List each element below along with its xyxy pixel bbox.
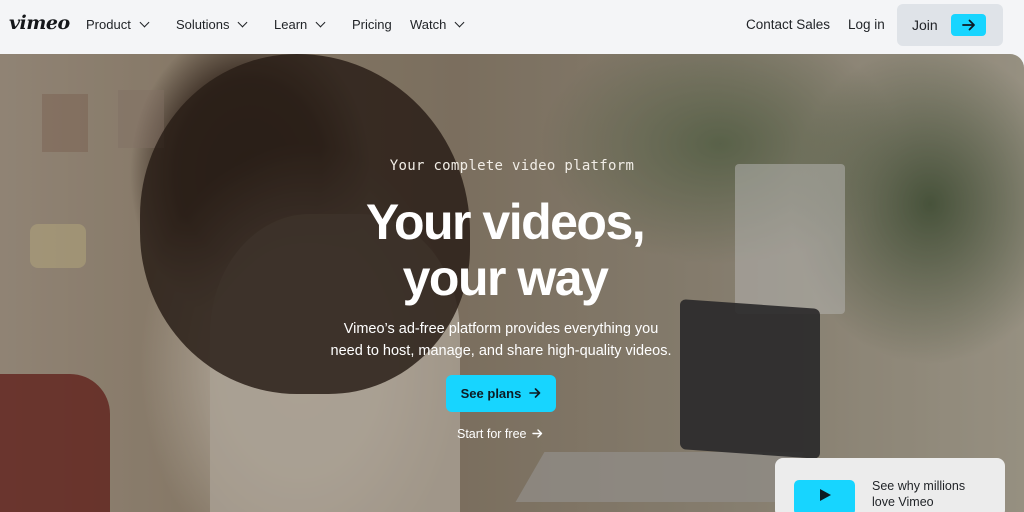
top-nav: vimeo Product Solutions Learn Pricing Wa… xyxy=(0,0,1024,52)
vimeo-logo[interactable]: vimeo xyxy=(9,12,70,34)
hero-tagline: Your complete video platform xyxy=(389,158,635,174)
join-label: Join xyxy=(912,17,938,33)
headline-line-2: your way xyxy=(402,250,609,306)
hero-description: Vimeo’s ad-free platform provides everyt… xyxy=(0,318,1002,362)
promo-card-text: See why millions love Vimeo xyxy=(872,478,992,510)
nav-item-label: Solutions xyxy=(176,17,230,32)
play-icon xyxy=(818,488,832,507)
chevron-down-icon xyxy=(238,17,248,28)
nav-item-label: Pricing xyxy=(352,17,392,32)
contact-sales-link[interactable]: Contact Sales xyxy=(746,17,830,32)
join-button[interactable]: Join xyxy=(897,4,1003,46)
headline-line-1: Your videos, xyxy=(365,194,646,250)
nav-item-pricing[interactable]: Pricing xyxy=(352,17,392,32)
nav-item-label: Product xyxy=(86,17,131,32)
arrow-right-icon xyxy=(532,427,543,441)
see-plans-label: See plans xyxy=(460,386,522,401)
play-video-button[interactable] xyxy=(794,480,855,512)
chevron-down-icon xyxy=(454,17,465,28)
see-why-vimeo-card[interactable]: See why millions love Vimeo xyxy=(775,458,1005,512)
nav-item-product[interactable]: Product xyxy=(86,17,150,32)
nav-item-label: Watch xyxy=(410,17,447,32)
nav-item-label: Learn xyxy=(274,17,308,32)
description-line-2: need to host, manage, and share high-qua… xyxy=(330,343,672,359)
description-line-1: Vimeo’s ad-free platform provides everyt… xyxy=(343,321,659,337)
nav-item-solutions[interactable]: Solutions xyxy=(176,17,248,32)
promo-line-1: See why millions xyxy=(872,479,966,493)
arrow-right-icon xyxy=(951,14,986,36)
hero-headline: Your videos, your way xyxy=(0,194,1010,306)
see-plans-button[interactable]: See plans xyxy=(446,375,556,412)
chevron-down-icon xyxy=(139,17,150,28)
arrow-right-icon xyxy=(529,386,541,401)
start-for-free-label: Start for free xyxy=(457,427,527,441)
nav-item-learn[interactable]: Learn xyxy=(274,17,326,32)
nav-item-watch[interactable]: Watch xyxy=(410,17,465,32)
hero-section: Your complete video platform Your videos… xyxy=(0,54,1024,512)
promo-line-2: love Vimeo xyxy=(872,495,934,509)
login-link[interactable]: Log in xyxy=(848,17,885,32)
start-for-free-link[interactable]: Start for free xyxy=(457,427,543,441)
chevron-down-icon xyxy=(315,17,326,28)
